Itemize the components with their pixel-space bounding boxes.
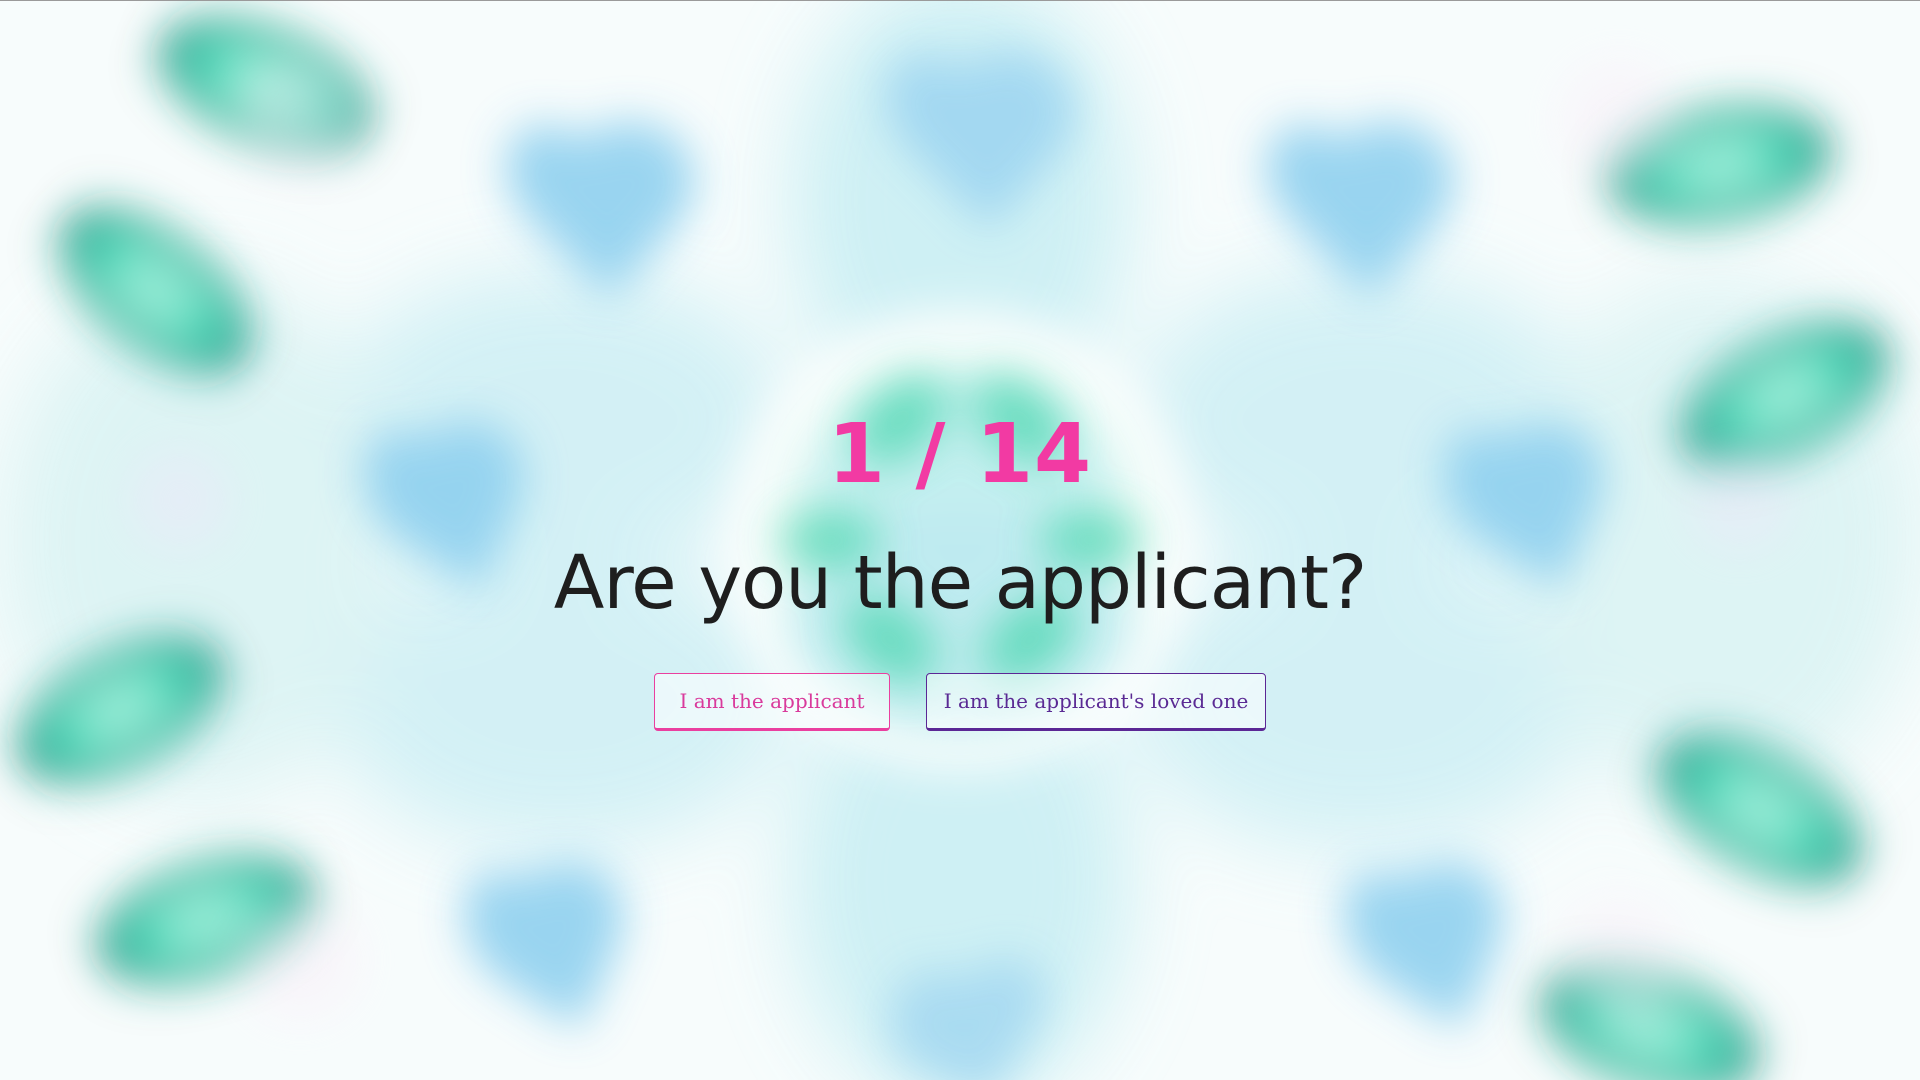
answer-options: I am the applicant I am the applicant's … <box>0 673 1920 731</box>
question-title: Are you the applicant? <box>553 540 1368 626</box>
step-counter: 1 / 14 <box>827 407 1093 502</box>
loved-one-option-button[interactable]: I am the applicant's loved one <box>926 673 1266 731</box>
applicant-option-button[interactable]: I am the applicant <box>654 673 890 731</box>
question-screen: 1 / 14 Are you the applicant? I am the a… <box>0 0 1920 1080</box>
